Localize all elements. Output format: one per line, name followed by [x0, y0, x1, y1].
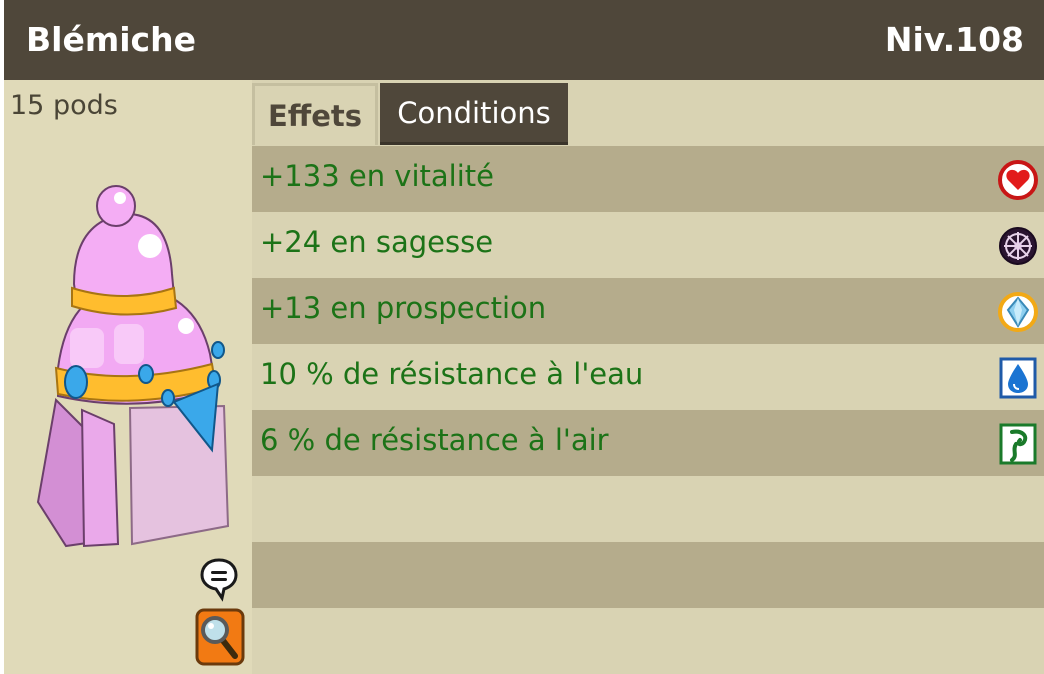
effect-row: +24 en sagesse — [252, 212, 1044, 278]
effect-row: 6 % de résistance à l'air — [252, 410, 1044, 476]
wisdom-icon — [999, 227, 1037, 265]
air-resistance-icon — [999, 423, 1037, 465]
effects-list: +133 en vitalité +24 en sagesse +13 en p… — [252, 146, 1044, 674]
item-name: Blémiche — [26, 20, 196, 59]
item-preview-column: 15 pods — [4, 80, 252, 674]
effect-row: 10 % de résistance à l'eau — [252, 344, 1044, 410]
chat-link-icon[interactable] — [200, 556, 238, 602]
item-weight: 15 pods — [10, 90, 118, 121]
effect-text: 10 % de résistance à l'eau — [260, 357, 644, 391]
prospecting-icon — [998, 292, 1038, 332]
empty-row — [252, 608, 1044, 674]
magnifier-icon[interactable] — [195, 608, 245, 666]
item-level: Niv.108 — [884, 20, 1024, 59]
effects-panel: Effets Conditions +133 en vitalité +24 e… — [252, 80, 1044, 674]
item-header: Blémiche Niv.108 — [4, 0, 1044, 80]
item-tooltip-panel: Blémiche Niv.108 15 pods Effets Conditio… — [4, 0, 1044, 674]
tab-effets[interactable]: Effets — [252, 83, 378, 145]
empty-row — [252, 476, 1044, 542]
water-resistance-icon — [999, 357, 1037, 399]
vitality-heart-icon — [998, 160, 1038, 200]
effect-row: +133 en vitalité — [252, 146, 1044, 212]
effect-text: 6 % de résistance à l'air — [260, 423, 609, 457]
tab-conditions[interactable]: Conditions — [380, 83, 568, 145]
effect-text: +13 en prospection — [260, 291, 547, 325]
effect-row: +13 en prospection — [252, 278, 1044, 344]
effect-text: +133 en vitalité — [260, 159, 494, 193]
empty-row — [252, 542, 1044, 608]
item-illustration — [36, 185, 230, 548]
effect-text: +24 en sagesse — [260, 225, 494, 259]
